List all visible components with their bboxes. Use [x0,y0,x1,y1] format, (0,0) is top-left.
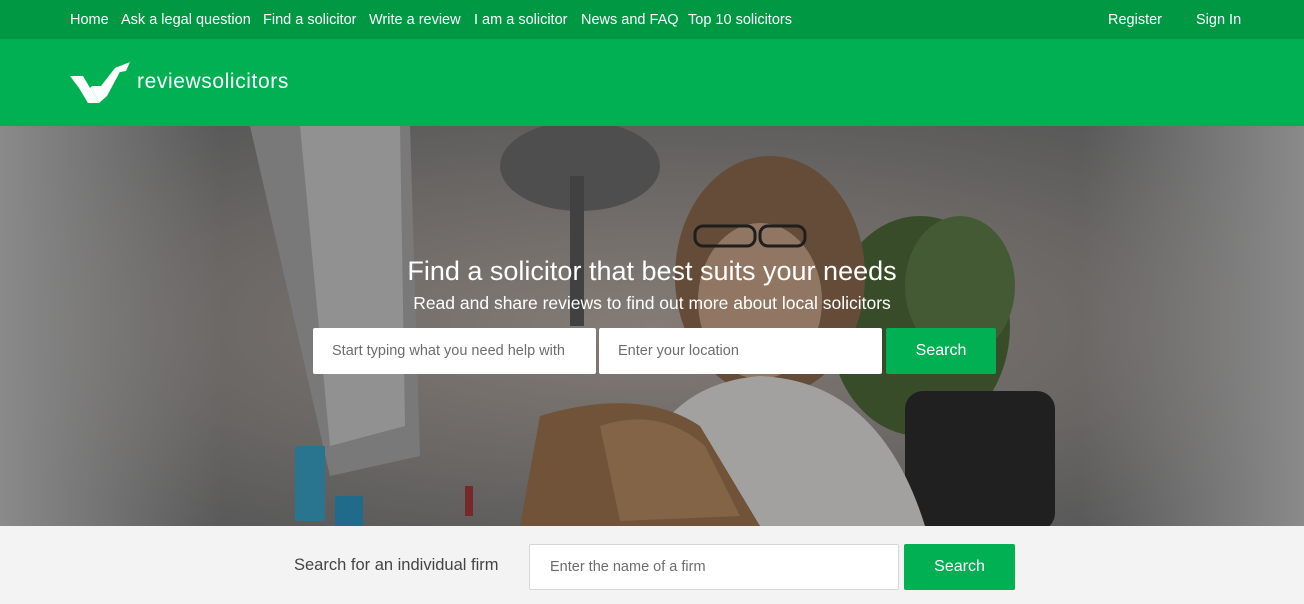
hero-title: Find a solicitor that best suits your ne… [407,256,897,286]
location-input[interactable] [599,328,882,374]
hero-subtitle: Read and share reviews to find out more … [413,293,891,313]
firm-search-label: Search for an individual firm [294,556,499,574]
nav-write-review-link[interactable]: Write a review [369,0,461,39]
legal-need-input[interactable] [313,328,596,374]
nav-i-am-solicitor-link[interactable]: I am a solicitor [474,0,567,39]
brand-name: reviewsolicitors [137,70,289,93]
brand-header: reviewsolicitors [0,39,1304,126]
hero-search-button[interactable]: Search [886,328,996,374]
nav-top-10-solicitors-link[interactable]: Top 10 solicitors [688,0,792,39]
firm-search-button[interactable]: Search [904,544,1015,590]
sign-in-link[interactable]: Sign In [1196,0,1241,39]
register-link[interactable]: Register [1108,0,1162,39]
checkmark-logo-icon [70,62,130,103]
nav-find-solicitor-link[interactable]: Find a solicitor [263,0,356,39]
site-logo[interactable]: reviewsolicitors [70,61,289,105]
firm-search-section: Search for an individual firm Search [0,526,1304,604]
hero-background-image [0,126,1304,526]
nav-news-faq-link[interactable]: News and FAQ [581,0,679,39]
firm-name-input[interactable] [529,544,899,590]
top-navigation: Home Ask a legal question Find a solicit… [0,0,1304,39]
nav-ask-legal-question-link[interactable]: Ask a legal question [121,0,251,39]
nav-home-link[interactable]: Home [70,0,109,39]
hero-section: Find a solicitor that best suits your ne… [0,126,1304,526]
